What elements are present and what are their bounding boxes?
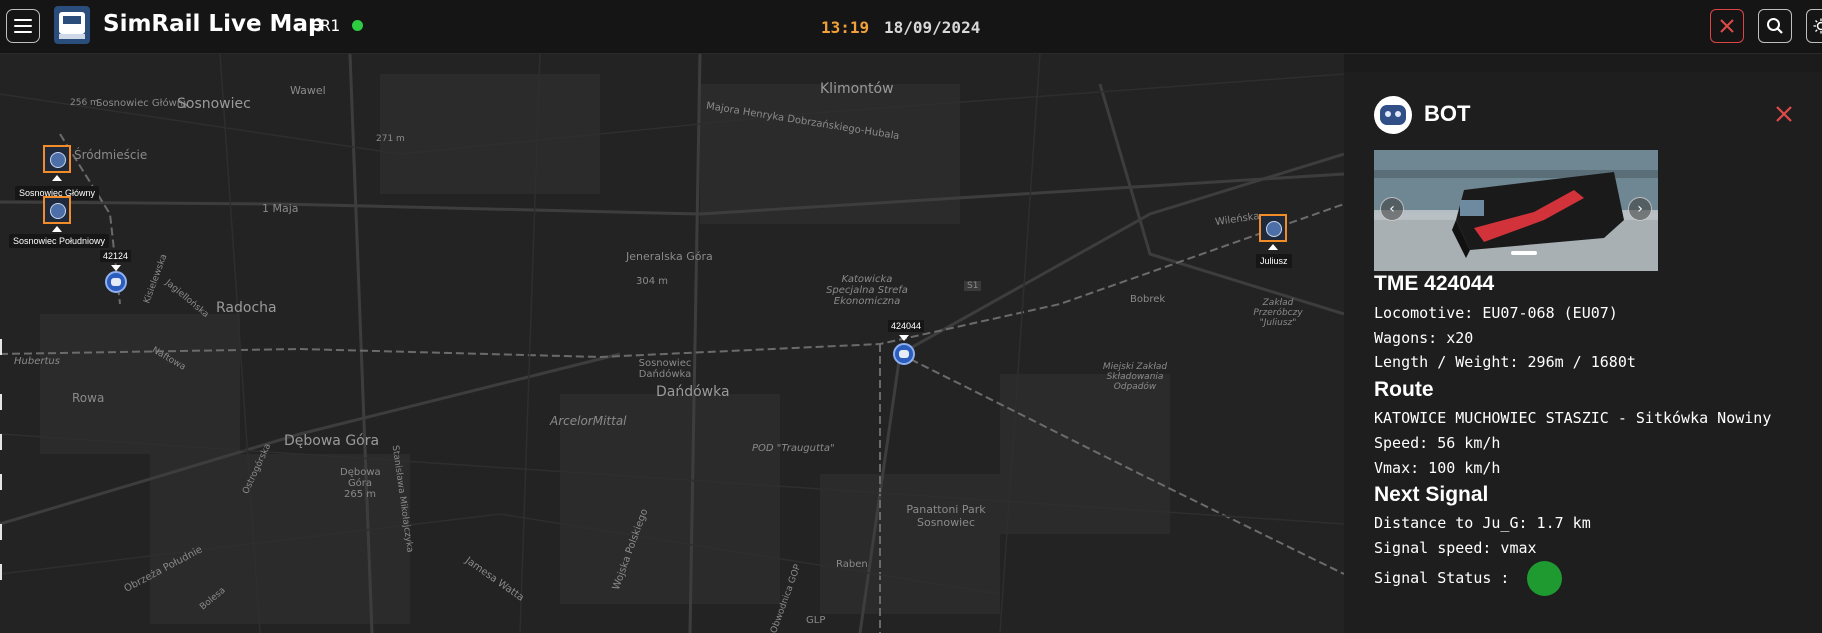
station-icon — [50, 203, 66, 219]
map-label: Radocha — [216, 300, 277, 316]
panel-close-button[interactable] — [1772, 102, 1796, 126]
map-label: Bobrek — [1130, 294, 1166, 305]
route-heading: Route — [1374, 378, 1434, 401]
top-bar: SimRail Live Map FR1 13:19 18/09/2024 — [0, 0, 1822, 54]
station-marker[interactable] — [1259, 214, 1287, 242]
map-label: Wawel — [290, 84, 326, 97]
carousel-indicator — [1511, 251, 1537, 255]
map-label: Klimontów — [820, 81, 894, 97]
next-image-button[interactable]: › — [1628, 197, 1652, 221]
map-label: Zakład Przeróbczy "Juliusz" — [1253, 298, 1303, 328]
menu-button[interactable] — [6, 9, 40, 43]
map-label: Panattoni Park Sosnowiec — [906, 503, 986, 529]
next-signal-heading: Next Signal — [1374, 483, 1489, 506]
map-label: Miejski Zakład Składowania Odpadów — [1102, 362, 1168, 392]
station-icon — [50, 152, 66, 168]
map-canvas[interactable]: Sosnowiec Sosnowiec Główny Klimontów Maj… — [0, 54, 1344, 633]
train-name: TME 424044 — [1374, 272, 1495, 295]
driver-name: BOT — [1424, 101, 1471, 126]
map-label: GLP — [806, 615, 826, 626]
avatar — [1374, 96, 1412, 134]
server-status-dot — [352, 20, 363, 31]
close-icon — [1720, 19, 1734, 33]
clock-date: 18/09/2024 — [884, 18, 981, 37]
station-icon — [1266, 221, 1282, 237]
bot-avatar-icon — [1380, 105, 1406, 125]
map-label: Dańdówka — [656, 384, 730, 400]
search-button[interactable] — [1758, 9, 1792, 43]
map-label: Dębowa Góra — [284, 433, 380, 449]
train-icon — [111, 278, 121, 286]
map-label: 256 m — [70, 98, 99, 108]
train-label: 424044 — [888, 320, 925, 332]
map-label: Jeneralska Góra — [626, 250, 713, 263]
map-label: 304 m — [636, 276, 669, 287]
station-marker[interactable] — [43, 196, 71, 224]
speed-info: Speed: 56 km/h — [1374, 434, 1501, 452]
train-label: 42124 — [100, 250, 132, 262]
theme-toggle-button[interactable] — [1806, 9, 1822, 43]
map-label: ArcelorMittal — [550, 414, 627, 428]
station-label: Juliusz — [1256, 254, 1292, 268]
map-label: Sosnowiec Dańdówka — [638, 358, 692, 380]
signal-status-indicator — [1527, 561, 1562, 596]
map-label: Raben — [836, 559, 868, 570]
search-icon — [1767, 18, 1783, 34]
station-marker[interactable] — [43, 145, 71, 173]
logo-icon — [54, 6, 90, 44]
prev-image-button[interactable]: ‹ — [1380, 197, 1404, 221]
menu-icon — [14, 19, 32, 21]
app-title: SimRail Live Map — [103, 11, 325, 37]
train-info-panel: BOT ‹ › TME 424044 Locomotive: EU07-068 … — [1344, 72, 1822, 633]
station-label: Sosnowiec Południowy — [9, 234, 110, 248]
map-label: 1 Maja — [262, 202, 299, 215]
vmax-info: Vmax: 100 km/h — [1374, 459, 1501, 477]
train-icon — [899, 350, 909, 358]
map-label: Hubertus — [14, 356, 60, 367]
map-label: Rowa — [72, 391, 105, 405]
signal-speed: Signal speed: vmax — [1374, 539, 1537, 557]
clock-time: 13:19 — [821, 18, 870, 37]
train-marker[interactable] — [105, 271, 127, 293]
wagons-info: Wagons: x20 — [1374, 329, 1474, 347]
server-name: FR1 — [311, 16, 340, 35]
route-info: KATOWICE MUCHOWIEC STASZIC - Sitkówka No… — [1374, 409, 1772, 427]
road-shield: S1 — [964, 281, 982, 291]
close-button[interactable] — [1710, 9, 1744, 43]
map-label: Sosnowiec Główny — [96, 98, 190, 109]
close-icon — [1776, 106, 1792, 122]
map-label: POD "Traugutta" — [752, 443, 835, 454]
map-label: Śródmieście — [74, 148, 148, 162]
map-roads — [0, 54, 1344, 633]
locomotive-info: Locomotive: EU07-068 (EU07) — [1374, 304, 1618, 322]
theme-toggle-icon — [1813, 18, 1822, 34]
signal-distance: Distance to Ju_G: 1.7 km — [1374, 514, 1591, 532]
map-label: Katowicka Specjalna Strefa Ekonomiczna — [826, 274, 908, 307]
signal-status-label: Signal Status : — [1374, 569, 1510, 587]
train-image: ‹ › — [1374, 150, 1658, 271]
length-weight-info: Length / Weight: 296m / 1680t — [1374, 353, 1636, 371]
train-marker[interactable] — [893, 343, 915, 365]
map-label: 271 m — [376, 134, 405, 144]
map-label: Dębowa Góra 265 m — [340, 467, 381, 500]
